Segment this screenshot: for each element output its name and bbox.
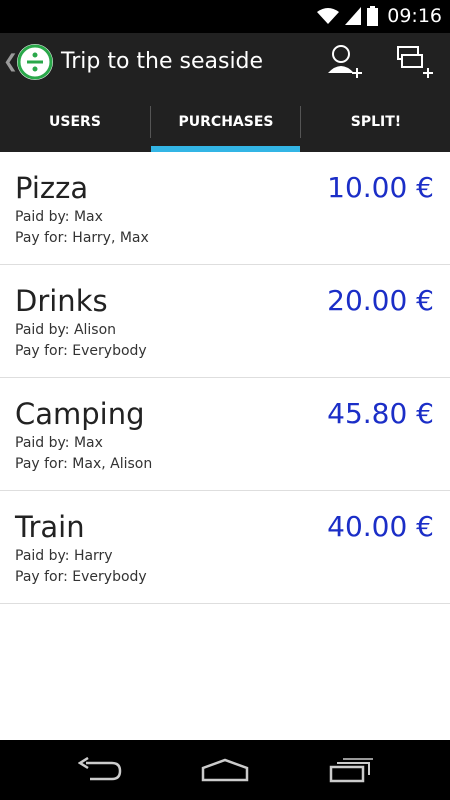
recent-apps-icon [329, 758, 373, 783]
paid-by-text: Paid by: Max [15, 435, 103, 451]
paid-by-text: Paid by: Alison [15, 322, 117, 338]
purchase-name: Train [15, 510, 85, 544]
add-user-icon [328, 45, 362, 78]
list-item[interactable]: Drinks 20.00 € Paid by: Alison Pay for: … [0, 265, 450, 378]
status-time: 09:16 [387, 5, 442, 27]
tab-bar: USERS PURCHASES SPLIT! [0, 92, 450, 152]
up-caret-icon[interactable]: ❮ [3, 51, 18, 72]
pay-for-text: Pay for: Everybody [15, 569, 147, 585]
list-item[interactable]: Pizza 10.00 € Paid by: Max Pay for: Harr… [0, 152, 450, 265]
home-button[interactable] [195, 748, 255, 792]
list-item[interactable]: Camping 45.80 € Paid by: Max Pay for: Ma… [0, 378, 450, 491]
back-button[interactable] [70, 748, 130, 792]
pay-for-text: Pay for: Harry, Max [15, 230, 149, 246]
back-icon [78, 757, 122, 781]
paid-by-text: Paid by: Harry [15, 548, 113, 564]
app-logo-icon[interactable] [17, 44, 53, 80]
purchase-amount: 20.00 € [327, 284, 434, 317]
add-user-button[interactable] [322, 41, 366, 85]
tab-split[interactable]: SPLIT! [301, 92, 450, 152]
home-icon [201, 758, 249, 782]
purchase-name: Drinks [15, 284, 108, 318]
purchase-name: Pizza [15, 171, 89, 205]
action-bar: ❮ Trip to the seaside [0, 33, 450, 92]
tab-purchases[interactable]: PURCHASES [151, 92, 301, 152]
purchase-amount: 10.00 € [327, 171, 434, 204]
pay-for-text: Pay for: Everybody [15, 343, 147, 359]
purchase-name: Camping [15, 397, 145, 431]
pay-for-text: Pay for: Max, Alison [15, 456, 153, 472]
recent-apps-button[interactable] [320, 748, 380, 792]
list-item[interactable]: Train 40.00 € Paid by: Harry Pay for: Ev… [0, 491, 450, 604]
add-purchase-button[interactable] [392, 41, 436, 85]
tab-users[interactable]: USERS [0, 92, 150, 152]
status-icons [317, 6, 378, 26]
paid-by-text: Paid by: Max [15, 209, 103, 225]
purchase-list: Pizza 10.00 € Paid by: Max Pay for: Harr… [0, 152, 450, 604]
wifi-icon [317, 8, 339, 24]
purchase-amount: 40.00 € [327, 510, 434, 543]
page-title: Trip to the seaside [61, 49, 264, 74]
signal-icon [345, 7, 361, 25]
battery-icon [367, 6, 378, 26]
add-purchase-icon [397, 46, 433, 78]
purchase-amount: 45.80 € [327, 397, 434, 430]
navigation-bar [0, 740, 450, 800]
status-bar: 09:16 [0, 0, 450, 33]
